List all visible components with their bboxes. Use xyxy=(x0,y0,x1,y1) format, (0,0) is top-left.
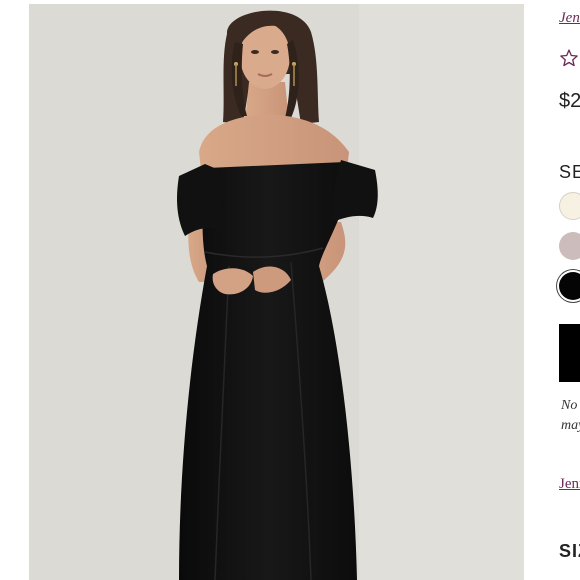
color-swatch-ivory[interactable] xyxy=(559,192,580,220)
brand-link[interactable]: Jenn xyxy=(559,10,580,27)
model-in-black-dress-illustration xyxy=(29,4,524,580)
color-swatch-mauve[interactable] xyxy=(559,232,580,260)
note-line-2: may xyxy=(561,418,580,433)
add-to-bag-button[interactable] xyxy=(559,324,580,382)
product-note: No may xyxy=(561,396,580,436)
star-icon[interactable] xyxy=(559,48,579,68)
note-line-1: No xyxy=(561,398,578,413)
color-section-heading: SE xyxy=(559,162,580,182)
color-swatch-black[interactable] xyxy=(559,272,580,300)
product-photo[interactable] xyxy=(29,4,524,580)
size-section-heading: SIZ xyxy=(559,541,580,561)
product-price: $2 xyxy=(559,90,580,112)
brand-link-secondary[interactable]: Jenn xyxy=(559,476,580,493)
